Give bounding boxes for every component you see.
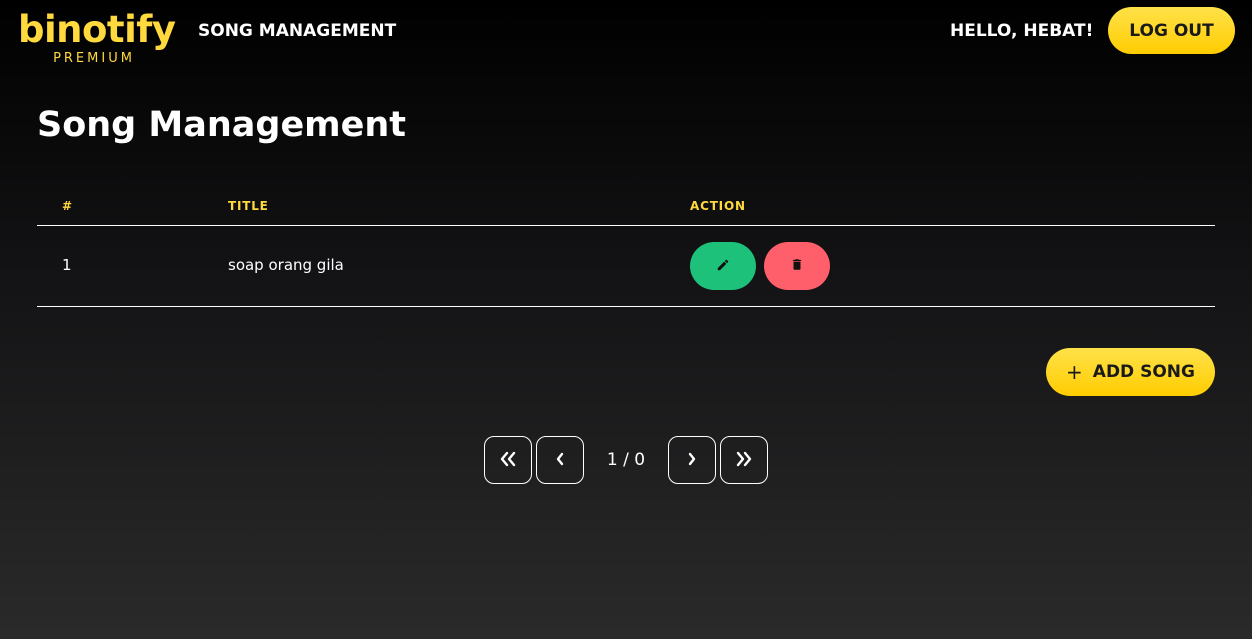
first-page-button[interactable] [484,436,532,484]
songs-table: # TITLE ACTION 1 soap orang gila [37,188,1215,307]
column-header-number: # [62,199,73,213]
row-title: soap orang gila [228,256,344,274]
nav-song-management[interactable]: SONG MANAGEMENT [198,20,396,42]
double-chevron-left-icon [499,451,517,470]
app-root: binotify PREMIUM SONG MANAGEMENT HELLO, … [0,0,1252,639]
double-chevron-right-icon [735,451,753,470]
logo-subtitle: PREMIUM [53,51,135,66]
chevron-right-icon [686,451,698,470]
user-greeting: HELLO, HEBAT! [950,21,1094,41]
delete-song-button[interactable] [764,242,830,290]
row-number: 1 [62,256,72,274]
chevron-left-icon [554,451,566,470]
column-header-action: ACTION [690,199,746,213]
previous-page-button[interactable] [536,436,584,484]
next-page-button[interactable] [668,436,716,484]
table-row: 1 soap orang gila [37,226,1215,307]
pencil-icon [716,258,730,275]
last-page-button[interactable] [720,436,768,484]
edit-song-button[interactable] [690,242,756,290]
plus-icon: + [1066,360,1083,384]
logout-button[interactable]: LOG OUT [1108,7,1235,54]
add-song-button[interactable]: + ADD SONG [1046,348,1215,396]
trash-icon [790,257,804,275]
binotify-logo[interactable]: binotify PREMIUM [18,8,176,66]
column-header-title: TITLE [228,199,269,213]
page-indicator: 1 / 0 [606,450,646,470]
page-title: Song Management [37,105,407,145]
table-header: # TITLE ACTION [37,188,1215,226]
add-song-label: ADD SONG [1092,362,1195,382]
logo-text: binotify [18,8,176,51]
